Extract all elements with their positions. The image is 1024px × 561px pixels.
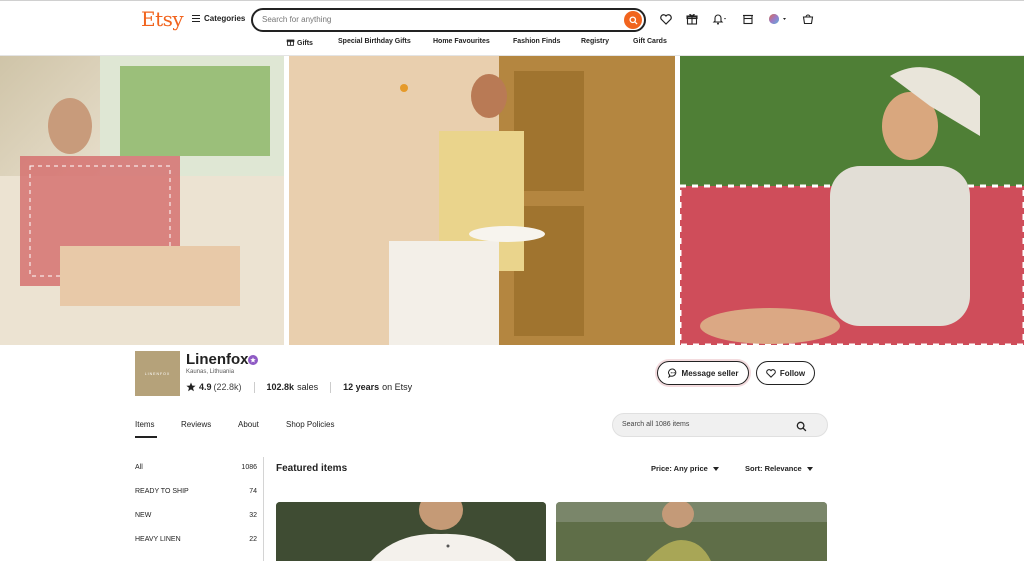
sidebar-item-count: 22 <box>249 536 257 543</box>
subnav-gifts[interactable]: Gifts <box>286 38 313 47</box>
heart-icon[interactable] <box>660 12 672 26</box>
sales-count: 102.8k <box>266 382 295 392</box>
top-border <box>0 0 1024 1</box>
shop-location: Kaunas, Lithuania <box>186 369 235 375</box>
sub-navigation: Gifts Special Birthday Gifts Home Favour… <box>0 38 1024 50</box>
tab-about[interactable]: About <box>238 420 259 429</box>
search-bar[interactable]: Search for anything <box>251 8 646 32</box>
subnav-home-favourites[interactable]: Home Favourites <box>433 38 490 45</box>
sidebar-item-heavy-linen[interactable]: HEAVY LINEN 22 <box>135 536 257 548</box>
sidebar-item-count: 32 <box>249 512 257 519</box>
sidebar-item-all[interactable]: All 1086 <box>135 464 257 476</box>
featured-items-heading: Featured items <box>276 463 348 474</box>
subnav-registry[interactable]: Registry <box>581 38 609 45</box>
follow-label: Follow <box>779 368 806 378</box>
sort-label: Sort: Relevance <box>745 464 802 473</box>
sidebar-item-label: HEAVY LINEN <box>135 536 181 543</box>
sales-label: sales <box>297 382 319 392</box>
hero-image-left <box>0 56 284 345</box>
message-seller-label: Message seller <box>681 368 739 378</box>
shop-search-input[interactable]: Search all 1086 items <box>622 421 689 428</box>
shop-stats: 4.9 (22.8k) 102.8k sales 12 years on Ets… <box>186 381 412 393</box>
star-icon <box>250 357 256 363</box>
subnav-label: Gifts <box>297 40 313 47</box>
active-tab-indicator <box>135 436 157 438</box>
shop-logo-text: LINENFOX <box>144 371 171 376</box>
sidebar-item-label: All <box>135 464 143 471</box>
registry-icon[interactable] <box>742 12 754 26</box>
hero-image-right <box>680 56 1024 345</box>
tab-shop-policies[interactable]: Shop Policies <box>286 420 334 429</box>
search-icon[interactable] <box>796 419 807 437</box>
sidebar-item-ready-to-ship[interactable]: READY TO SHIP 74 <box>135 488 257 500</box>
follow-button[interactable]: Follow <box>756 361 815 385</box>
gift-icon <box>286 39 295 46</box>
sort-dropdown[interactable]: Sort: Relevance <box>745 464 813 473</box>
heart-icon <box>766 368 776 378</box>
sidebar-divider <box>263 457 264 561</box>
avatar[interactable] <box>768 12 788 26</box>
sidebar-item-count: 74 <box>249 488 257 495</box>
product-card-image[interactable] <box>276 502 546 561</box>
cart-icon[interactable] <box>802 12 814 26</box>
years-on-etsy: 12 years <box>343 382 380 392</box>
shop-name: Linenfox <box>186 351 249 368</box>
site-header: Etsy Categories Search for anything Gift… <box>0 0 1024 56</box>
categories-label: Categories <box>204 14 246 23</box>
shop-search-bar[interactable]: Search all 1086 items <box>612 413 828 437</box>
search-input[interactable]: Search for anything <box>262 15 331 24</box>
tab-reviews[interactable]: Reviews <box>181 420 211 429</box>
hero-image-center <box>289 56 675 345</box>
stats-divider <box>253 381 255 393</box>
menu-icon <box>192 15 200 22</box>
sidebar-item-label: READY TO SHIP <box>135 488 189 495</box>
review-count[interactable]: (22.8k) <box>214 382 242 392</box>
header-icons <box>660 12 814 26</box>
price-filter-label: Price: Any price <box>651 464 708 473</box>
shop-logo[interactable]: LINENFOX <box>135 351 180 396</box>
star-seller-badge[interactable] <box>248 355 258 365</box>
tab-items[interactable]: Items <box>135 420 155 429</box>
chat-icon <box>667 368 676 378</box>
subnav-birthday-gifts[interactable]: Special Birthday Gifts <box>338 38 411 45</box>
gift-icon[interactable] <box>686 12 698 26</box>
chevron-down-icon <box>806 466 813 471</box>
search-button[interactable] <box>624 11 642 29</box>
stats-divider <box>330 381 332 393</box>
etsy-logo[interactable]: Etsy <box>141 7 184 31</box>
sidebar-item-new[interactable]: NEW 32 <box>135 512 257 524</box>
search-icon <box>628 15 638 25</box>
sidebar-item-label: NEW <box>135 512 152 519</box>
message-seller-button[interactable]: Message seller <box>657 361 749 385</box>
rating-value: 4.9 <box>199 382 212 392</box>
subnav-gift-cards[interactable]: Gift Cards <box>633 38 667 45</box>
years-suffix: on Etsy <box>382 382 413 392</box>
price-filter-dropdown[interactable]: Price: Any price <box>651 464 719 473</box>
categories-button[interactable]: Categories <box>192 14 245 23</box>
sidebar-item-count: 1086 <box>241 464 257 471</box>
bell-icon[interactable] <box>712 12 728 26</box>
star-icon <box>186 382 196 392</box>
product-card-image[interactable] <box>556 502 827 561</box>
subnav-fashion-finds[interactable]: Fashion Finds <box>513 38 560 45</box>
chevron-down-icon <box>712 466 719 471</box>
